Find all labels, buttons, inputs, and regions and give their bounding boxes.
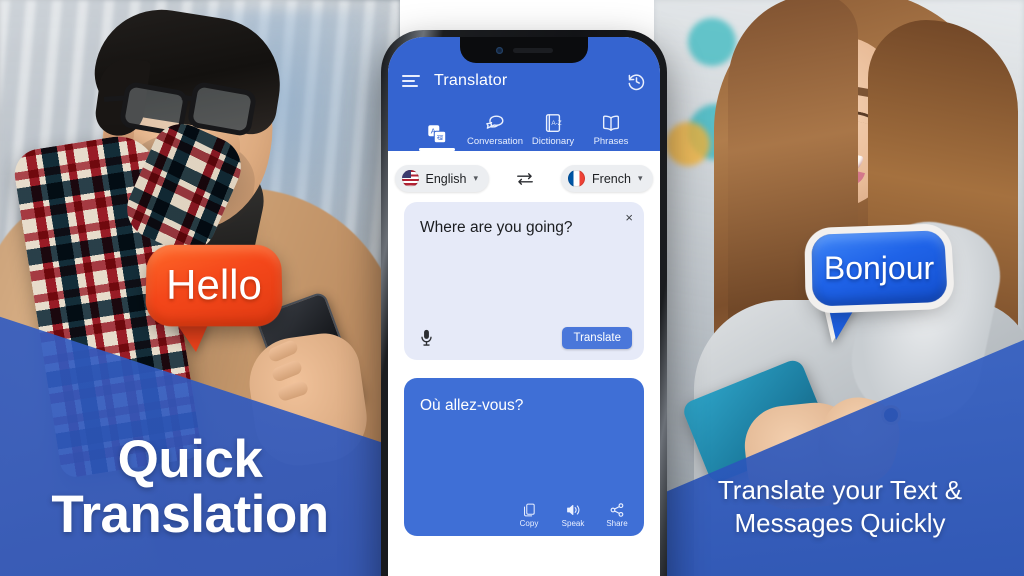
source-language-chip[interactable]: English ▾	[395, 165, 490, 192]
tab-conversation-label: Conversation	[467, 136, 523, 147]
chevron-down-icon: ▾	[474, 173, 479, 184]
source-text-card[interactable]: × Where are you going? Translate	[404, 202, 644, 360]
svg-text:ख: ख	[437, 133, 444, 142]
promo-banner: Quick Translation Translate your Text & …	[0, 0, 1024, 576]
copy-icon	[523, 502, 536, 517]
translated-text: Où allez-vous?	[420, 396, 628, 416]
target-language-label: French	[592, 172, 631, 186]
share-action[interactable]: Share	[602, 502, 632, 528]
menu-icon[interactable]	[402, 75, 420, 87]
front-camera-icon	[496, 47, 503, 54]
copy-action[interactable]: Copy	[514, 502, 544, 528]
target-language-chip[interactable]: French ▾	[561, 165, 653, 192]
microphone-icon[interactable]	[420, 329, 433, 347]
share-icon	[610, 502, 624, 517]
translate-button[interactable]: Translate	[562, 327, 632, 349]
translated-text-card[interactable]: Où allez-vous? Copy Speak Share	[404, 378, 644, 536]
phone-screen: Translator A ख Conversation A-Z Dictiona…	[388, 37, 660, 576]
language-bar: English ▾ French ▾	[388, 151, 660, 202]
copy-label: Copy	[520, 519, 539, 528]
clear-text-icon[interactable]: ×	[625, 211, 633, 224]
phrases-icon	[600, 112, 622, 134]
right-headline-line2: Messages Quickly	[662, 507, 1018, 540]
translate-icon: A ख	[426, 123, 448, 145]
source-text: Where are you going?	[420, 218, 628, 238]
bonjour-speech-bubble: Bonjour	[812, 232, 946, 304]
tab-translate[interactable]: A ख	[408, 123, 466, 151]
left-headline-line2: Translation	[0, 487, 380, 542]
hello-bubble-text: Hello	[166, 261, 262, 309]
output-card-actions: Copy Speak Share	[514, 502, 632, 528]
bokeh-light	[688, 18, 736, 66]
source-language-label: English	[426, 172, 467, 186]
left-headline: Quick Translation	[0, 432, 380, 542]
left-headline-line1: Quick	[0, 432, 380, 487]
speaker-icon	[566, 502, 581, 517]
phone-mockup: Translator A ख Conversation A-Z Dictiona…	[381, 30, 667, 576]
tab-conversation[interactable]: Conversation	[466, 112, 524, 151]
tab-dictionary-label: Dictionary	[532, 136, 574, 147]
right-headline: Translate your Text & Messages Quickly	[662, 474, 1018, 541]
dictionary-icon: A-Z	[542, 112, 564, 134]
bokeh-light	[666, 122, 710, 166]
tab-dictionary[interactable]: A-Z Dictionary	[524, 112, 582, 151]
app-title: Translator	[434, 72, 613, 90]
app-tabs: A ख Conversation A-Z Dictionary Phrases	[402, 99, 646, 151]
speak-action[interactable]: Speak	[558, 502, 588, 528]
tab-phrases[interactable]: Phrases	[582, 112, 640, 151]
source-card-actions: Translate	[420, 327, 632, 349]
right-headline-line1: Translate your Text &	[662, 474, 1018, 507]
history-icon[interactable]	[627, 72, 646, 91]
conversation-icon	[484, 112, 506, 134]
chevron-down-icon: ▾	[638, 173, 643, 184]
earpiece-speaker	[513, 48, 553, 53]
hello-speech-bubble: Hello	[146, 244, 282, 326]
swap-languages-icon[interactable]	[515, 171, 535, 187]
phone-notch	[460, 37, 588, 63]
share-label: Share	[606, 519, 627, 528]
speak-label: Speak	[562, 519, 585, 528]
svg-text:A-Z: A-Z	[551, 120, 561, 127]
bonjour-bubble-text: Bonjour	[824, 250, 934, 287]
tab-phrases-label: Phrases	[594, 136, 629, 147]
fr-flag-icon	[568, 170, 585, 187]
us-flag-icon	[402, 170, 419, 187]
app-header-row: Translator	[402, 63, 646, 99]
